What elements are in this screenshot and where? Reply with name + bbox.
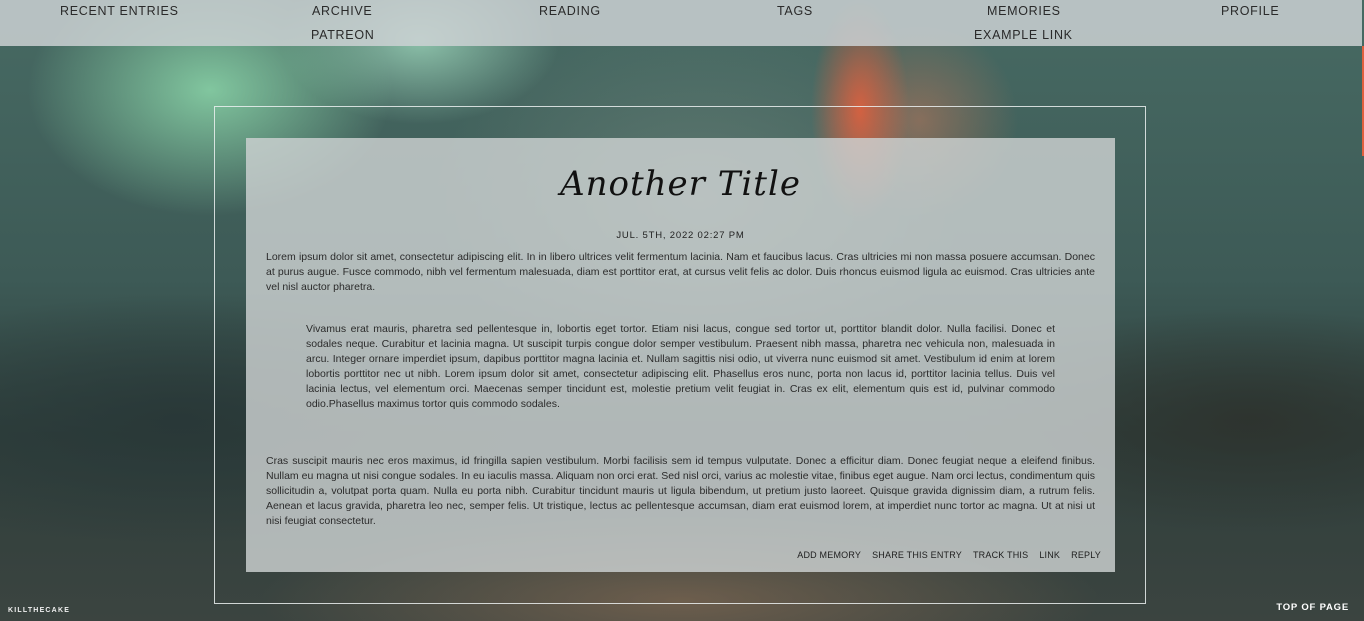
nav-tags[interactable]: TAGS [777, 4, 813, 18]
reply-link[interactable]: REPLY [1071, 550, 1101, 560]
nav-patreon[interactable]: PATREON [311, 28, 374, 42]
entry-blockquote: Vivamus erat mauris, pharetra sed pellen… [306, 323, 1055, 410]
footer-brand: KILLTHECAKE [8, 607, 71, 614]
nav-recent-entries[interactable]: RECENT ENTRIES [60, 4, 179, 18]
share-entry-link[interactable]: SHARE THIS ENTRY [872, 550, 962, 560]
permalink-link[interactable]: LINK [1039, 550, 1060, 560]
top-of-page-link[interactable]: TOP OF PAGE [1276, 602, 1349, 613]
nav-reading[interactable]: READING [539, 4, 601, 18]
nav-profile[interactable]: PROFILE [1221, 4, 1279, 18]
entry-actions: ADD MEMORY SHARE THIS ENTRY TRACK THIS L… [797, 550, 1101, 560]
entry-paragraph-3: Cras suscipit mauris nec eros maximus, i… [266, 455, 1095, 527]
nav-archive[interactable]: ARCHIVE [312, 4, 372, 18]
nav-memories[interactable]: MEMORIES [987, 4, 1061, 18]
journal-entry: Another Title JUL. 5TH, 2022 02:27 PM Lo… [246, 138, 1115, 572]
entry-paragraph-1: Lorem ipsum dolor sit amet, consectetur … [266, 251, 1095, 293]
entry-title: Another Title [560, 164, 801, 204]
entry-date: JUL. 5TH, 2022 02:27 PM [616, 230, 745, 241]
add-memory-link[interactable]: ADD MEMORY [797, 550, 861, 560]
track-link[interactable]: TRACK THIS [973, 550, 1028, 560]
nav-example-link[interactable]: EXAMPLE LINK [974, 28, 1073, 42]
top-navigation: RECENT ENTRIES ARCHIVE READING TAGS MEMO… [0, 0, 1362, 46]
